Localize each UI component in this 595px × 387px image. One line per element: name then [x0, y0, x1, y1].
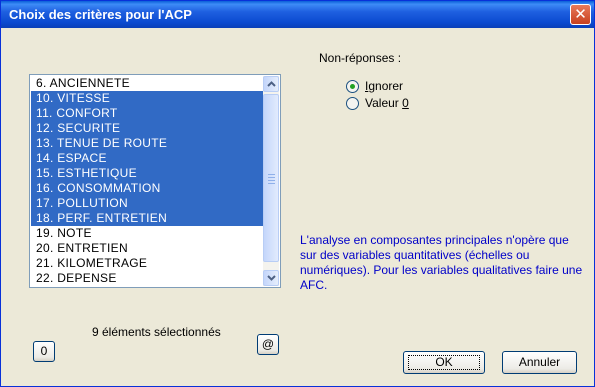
scroll-grip-line — [268, 180, 275, 181]
close-icon: ✕ — [574, 5, 587, 23]
list-item[interactable]: 11. CONFORT — [31, 106, 264, 121]
scroll-thumb[interactable] — [263, 94, 279, 262]
close-button[interactable]: ✕ — [570, 4, 591, 25]
select-all-button[interactable]: @ — [257, 334, 279, 355]
scroll-grip-line — [268, 174, 275, 175]
list-item[interactable]: 10. VITESSE — [31, 91, 264, 106]
dialog-window: Choix des critères pour l'ACP ✕ 6. ANCIE… — [0, 0, 595, 387]
list-item[interactable]: 15. ESTHETIQUE — [31, 166, 264, 181]
chevron-up-icon — [267, 81, 276, 87]
scroll-up-button[interactable] — [263, 76, 279, 92]
info-message: L'analyse en composantes principales n'o… — [300, 233, 583, 292]
radio-ignore-button[interactable] — [346, 80, 359, 93]
vertical-scrollbar[interactable] — [263, 76, 279, 286]
list-item[interactable]: 13. TENUE DE ROUTE — [31, 136, 264, 151]
list-item[interactable]: 20. ENTRETIEN — [31, 241, 264, 256]
criteria-listbox[interactable]: 6. ANCIENNETE 10. VITESSE 11. CONFORT 12. S… — [29, 74, 281, 288]
focus-rectangle — [408, 355, 480, 370]
list-item[interactable]: 14. ESPACE — [31, 151, 264, 166]
window-title: Choix des critères pour l'ACP — [9, 7, 192, 22]
ok-button[interactable]: OK — [403, 351, 485, 374]
cancel-button-label: Annuler — [518, 355, 561, 369]
cancel-button[interactable]: Annuler — [502, 351, 577, 374]
list-item[interactable]: 22. DEPENSE — [31, 271, 264, 286]
nonresponse-label: Non-réponses : — [319, 51, 402, 65]
criteria-list: 6. ANCIENNETE 10. VITESSE 11. CONFORT 12. S… — [31, 76, 264, 286]
title-bar: Choix des critères pour l'ACP ✕ — [1, 1, 594, 28]
scroll-grip-line — [268, 177, 275, 178]
scroll-down-button[interactable] — [263, 270, 279, 286]
scroll-grip-line — [268, 183, 275, 184]
list-item[interactable]: 19. NOTE — [31, 226, 264, 241]
radio-value-zero-label: Valeur 0 — [365, 96, 409, 110]
list-item[interactable]: 6. ANCIENNETE — [31, 76, 264, 91]
deselect-all-button[interactable]: 0 — [33, 341, 55, 362]
radio-ignore-label: Ignorer — [365, 79, 404, 93]
radio-value-zero-button[interactable] — [346, 97, 359, 110]
list-item[interactable]: 21. KILOMETRAGE — [31, 256, 264, 271]
list-item[interactable]: 16. CONSOMMATION — [31, 181, 264, 196]
list-item[interactable]: 18. PERF. ENTRETIEN — [31, 211, 264, 226]
list-item[interactable]: 17. POLLUTION — [31, 196, 264, 211]
selection-count: 9 éléments sélectionnés — [92, 325, 221, 339]
chevron-down-icon — [267, 275, 276, 281]
list-item[interactable]: 12. SECURITE — [31, 121, 264, 136]
radio-selected-dot — [350, 84, 355, 89]
